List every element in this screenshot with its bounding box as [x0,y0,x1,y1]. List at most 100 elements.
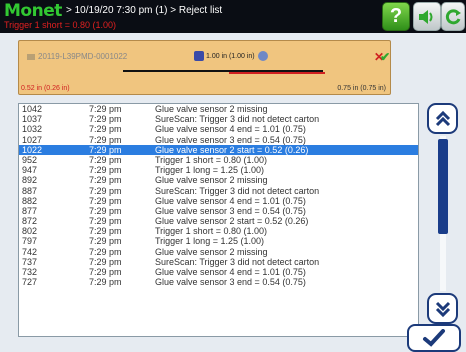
reject-message: Glue valve sensor 3 end = 0.54 (0.75) [155,277,306,288]
list-item[interactable]: 872 7:29 pm Glue valve sensor 2 start = 0.… [19,216,418,226]
reject-message: Glue valve sensor 3 end = 0.54 (0.75) [155,134,306,145]
double-chevron-down-icon [435,301,450,317]
ruler-icon [194,51,204,61]
reject-message: SureScan: Trigger 3 did not detect carto… [155,256,320,267]
list-item[interactable]: 877 7:29 pm Glue valve sensor 3 end = 0.54… [19,206,418,216]
list-item[interactable]: 802 7:29 pm Trigger 1 short = 0.80 (1.00) [19,226,418,236]
list-item[interactable]: 1022 7:29 pm Glue valve sensor 2 start = 0… [19,144,418,155]
reject-message: Glue valve sensor 4 end = 1.01 (0.75) [155,195,306,206]
product-id: 20119-L39PMD-0001022 [27,52,127,61]
reject-message: Glue valve sensor 2 start = 0.52 (0.26) [155,216,309,227]
list-item[interactable]: 1042 7:29 pm Glue valve sensor 2 missing [19,104,418,114]
reject-id: 1022 [22,144,43,155]
reject-id: 877 [22,205,38,216]
help-icon: ? [389,5,403,27]
reject-id: 737 [22,256,38,267]
product-id-label: 20119-L39PMD-0001022 [38,52,128,61]
reject-id: 887 [22,185,38,196]
list-item[interactable]: 952 7:29 pm Trigger 1 short = 0.80 (1.00) [19,155,418,165]
reject-id: 952 [22,154,38,165]
list-item[interactable]: 737 7:29 pm SureScan: Trigger 3 did not de… [19,257,418,267]
reject-time: 7:29 pm [89,267,122,277]
reject-message: Trigger 1 short = 0.80 (1.00) [155,154,267,165]
reject-time: 7:29 pm [89,236,122,247]
list-item[interactable]: 887 7:29 pm SureScan: Trigger 3 did not de… [19,186,418,196]
reject-id: 882 [22,195,38,206]
ok-button[interactable] [407,324,461,352]
reject-time: 7:29 pm [89,226,122,237]
gear-icon [257,51,268,61]
reject-id: 1037 [22,114,43,125]
reject-time: 7:29 pm [89,195,122,206]
list-item[interactable]: 797 7:29 pm Trigger 1 long = 1.25 (1.00) [19,236,418,246]
product-panel: 20119-L39PMD-0001022 1.00 in (1.00 in) ✕… [18,40,391,95]
measure-value: 1.00 in (1.00 in) [206,52,255,60]
reject-id: 727 [22,277,38,288]
reject-message: Trigger 1 short = 0.80 (1.00) [155,226,267,237]
help-button[interactable]: ? [382,2,410,31]
reject-id: 892 [22,175,38,186]
list-item[interactable]: 1027 7:29 pm Glue valve sensor 3 end = 0.5… [19,135,418,145]
reject-message: Trigger 1 long = 1.25 (1.00) [155,165,264,176]
reject-message: SureScan: Trigger 3 did not detect carto… [155,114,320,125]
speaker-icon [419,9,433,24]
list-item[interactable]: 727 7:29 pm Glue valve sensor 3 end = 0.54… [19,277,418,287]
reject-time: 7:29 pm [89,144,122,155]
reject-message: Glue valve sensor 2 missing [155,104,268,114]
reject-message: Glue valve sensor 3 end = 0.54 (0.75) [155,205,306,216]
refresh-button[interactable] [441,2,465,31]
reject-time: 7:29 pm [89,256,122,267]
list-item[interactable]: 1037 7:29 pm SureScan: Trigger 3 did not d… [19,114,418,124]
alert-message: Trigger 1 short = 0.80 (1.00) [4,20,116,30]
reject-id: 732 [22,267,38,277]
reject-time: 7:29 pm [89,205,122,216]
right-value: 0.75 in (0.75 in) [337,85,386,92]
reject-message: Glue valve sensor 4 end = 1.01 (0.75) [155,267,306,277]
status-check-icon: ✕✔ [374,50,391,64]
reject-id: 1032 [22,124,43,135]
reject-message: Trigger 1 long = 1.25 (1.00) [155,236,264,247]
reject-message: SureScan: Trigger 3 did not detect carto… [155,185,320,196]
reject-time: 7:29 pm [89,134,122,145]
reject-time: 7:29 pm [89,114,122,125]
reject-time: 7:29 pm [89,154,122,165]
double-chevron-up-icon [435,110,450,126]
reject-time: 7:29 pm [89,175,122,186]
reject-message: Glue valve sensor 2 missing [155,246,268,257]
header-bar: Monet > 10/19/20 7:30 pm (1) > Reject li… [0,0,466,33]
list-item[interactable]: 882 7:29 pm Glue valve sensor 4 end = 1.01… [19,196,418,206]
reject-id: 872 [22,216,38,227]
scroll-up-button[interactable] [427,103,458,134]
reject-id: 1042 [22,104,43,114]
scroll-down-button[interactable] [427,293,458,324]
list-item[interactable]: 892 7:29 pm Glue valve sensor 2 missing [19,175,418,185]
breadcrumb: > 10/19/20 7:30 pm (1) > Reject list [66,5,223,16]
reject-time: 7:29 pm [89,124,122,135]
list-item[interactable]: 947 7:29 pm Trigger 1 long = 1.25 (1.00) [19,165,418,175]
list-item[interactable]: 742 7:29 pm Glue valve sensor 2 missing [19,247,418,257]
reject-id: 797 [22,236,38,247]
reject-time: 7:29 pm [89,104,122,114]
refresh-icon [445,8,461,24]
reject-message: Glue valve sensor 4 end = 1.01 (0.75) [155,124,306,135]
measure-readout: 1.00 in (1.00 in) [194,51,268,61]
reject-id: 742 [22,246,38,257]
reject-list[interactable]: 1042 7:29 pm Glue valve sensor 2 missing 10… [18,103,419,337]
app-logo: Monet [4,1,62,21]
checkmark-icon [423,329,445,347]
reject-message: Glue valve sensor 2 missing [155,175,268,186]
reject-time: 7:29 pm [89,277,122,288]
reject-time: 7:29 pm [89,165,122,176]
reject-id: 947 [22,165,38,176]
scrollbar[interactable] [427,103,460,324]
list-item[interactable]: 1032 7:29 pm Glue valve sensor 4 end = 1.0… [19,124,418,134]
scroll-thumb[interactable] [438,139,448,234]
reject-id: 1027 [22,134,43,145]
reject-time: 7:29 pm [89,246,122,257]
reject-time: 7:29 pm [89,185,122,196]
sound-button[interactable] [413,2,441,31]
glue-line-measured [229,72,325,74]
reject-message: Glue valve sensor 2 start = 0.52 (0.26) [155,144,309,155]
product-icon [27,53,35,60]
list-item[interactable]: 732 7:29 pm Glue valve sensor 4 end = 1.01… [19,267,418,277]
